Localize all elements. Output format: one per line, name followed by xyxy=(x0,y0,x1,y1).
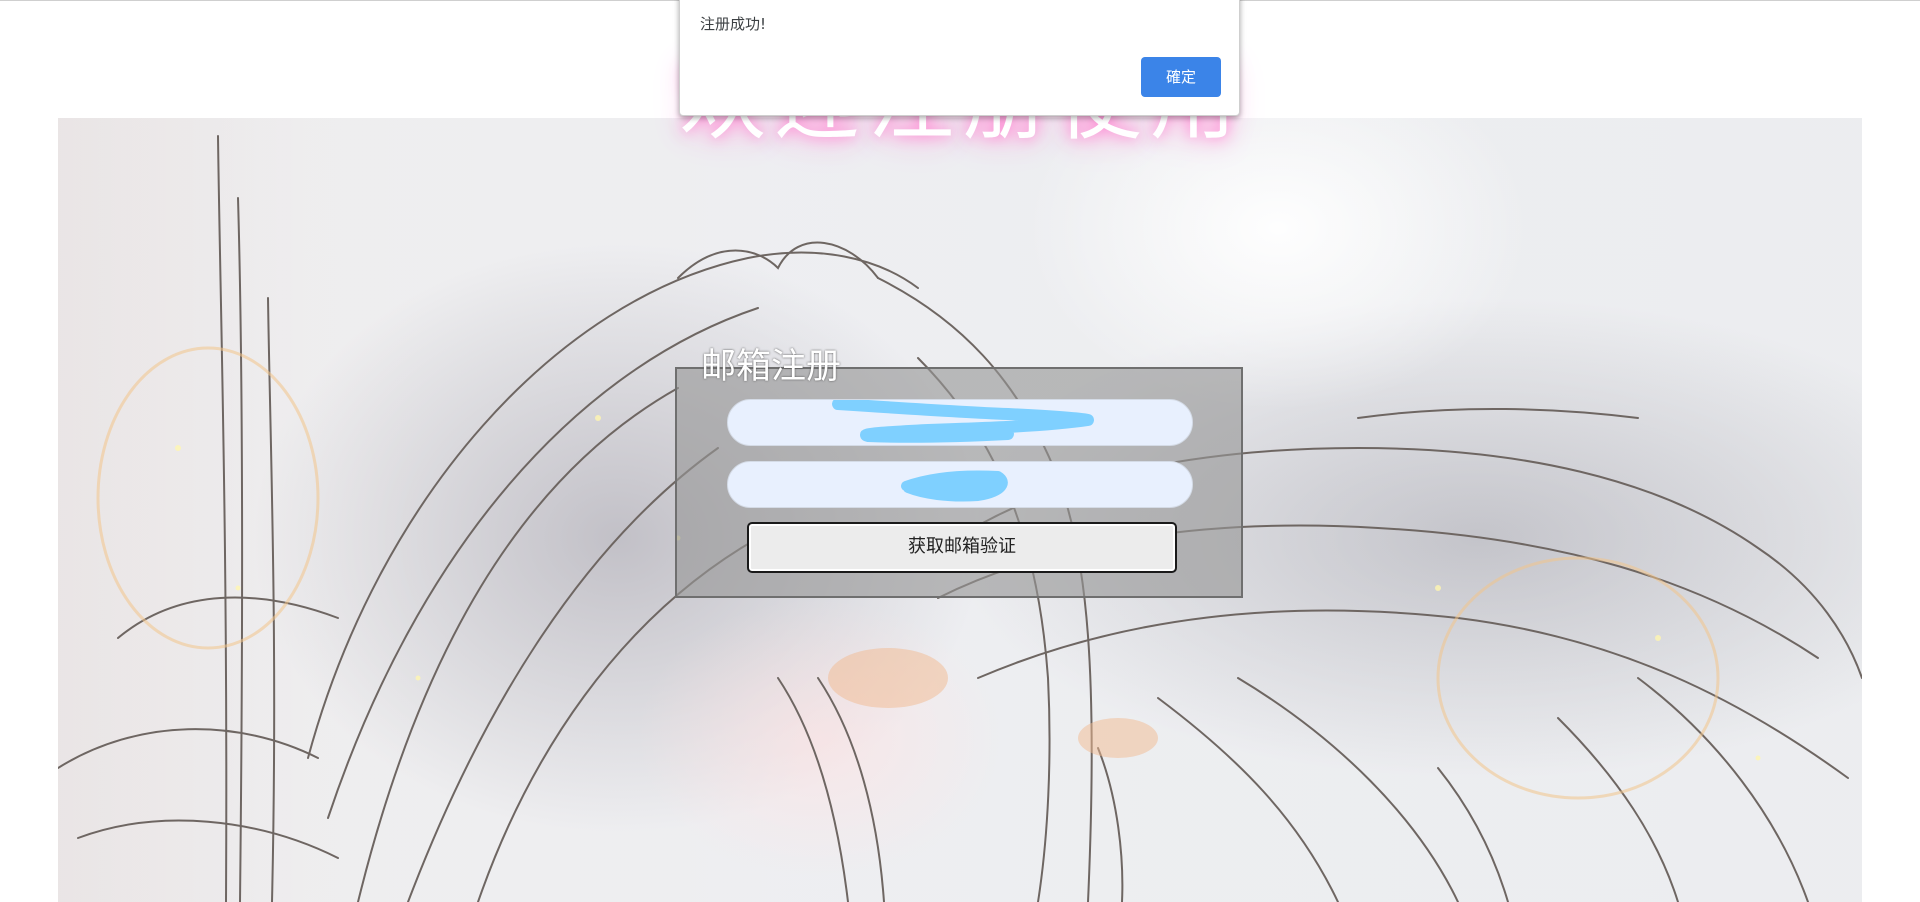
register-form: 邮箱注册 获取邮箱验证 xyxy=(675,347,1243,598)
email-input[interactable] xyxy=(728,400,1192,445)
alert-ok-button[interactable]: 確定 xyxy=(1141,57,1221,97)
password-input[interactable] xyxy=(728,462,1192,507)
alert-dialog: 注册成功! 確定 xyxy=(679,0,1240,116)
page: 欢迎注册使用 邮箱注册 获取邮箱验证 注册成功! 確定 xyxy=(0,0,1920,902)
email-field[interactable] xyxy=(727,399,1193,446)
form-legend: 邮箱注册 xyxy=(701,347,842,387)
alert-message: 注册成功! xyxy=(700,15,767,33)
get-email-code-button[interactable]: 获取邮箱验证 xyxy=(747,522,1177,573)
password-field[interactable] xyxy=(727,461,1193,508)
